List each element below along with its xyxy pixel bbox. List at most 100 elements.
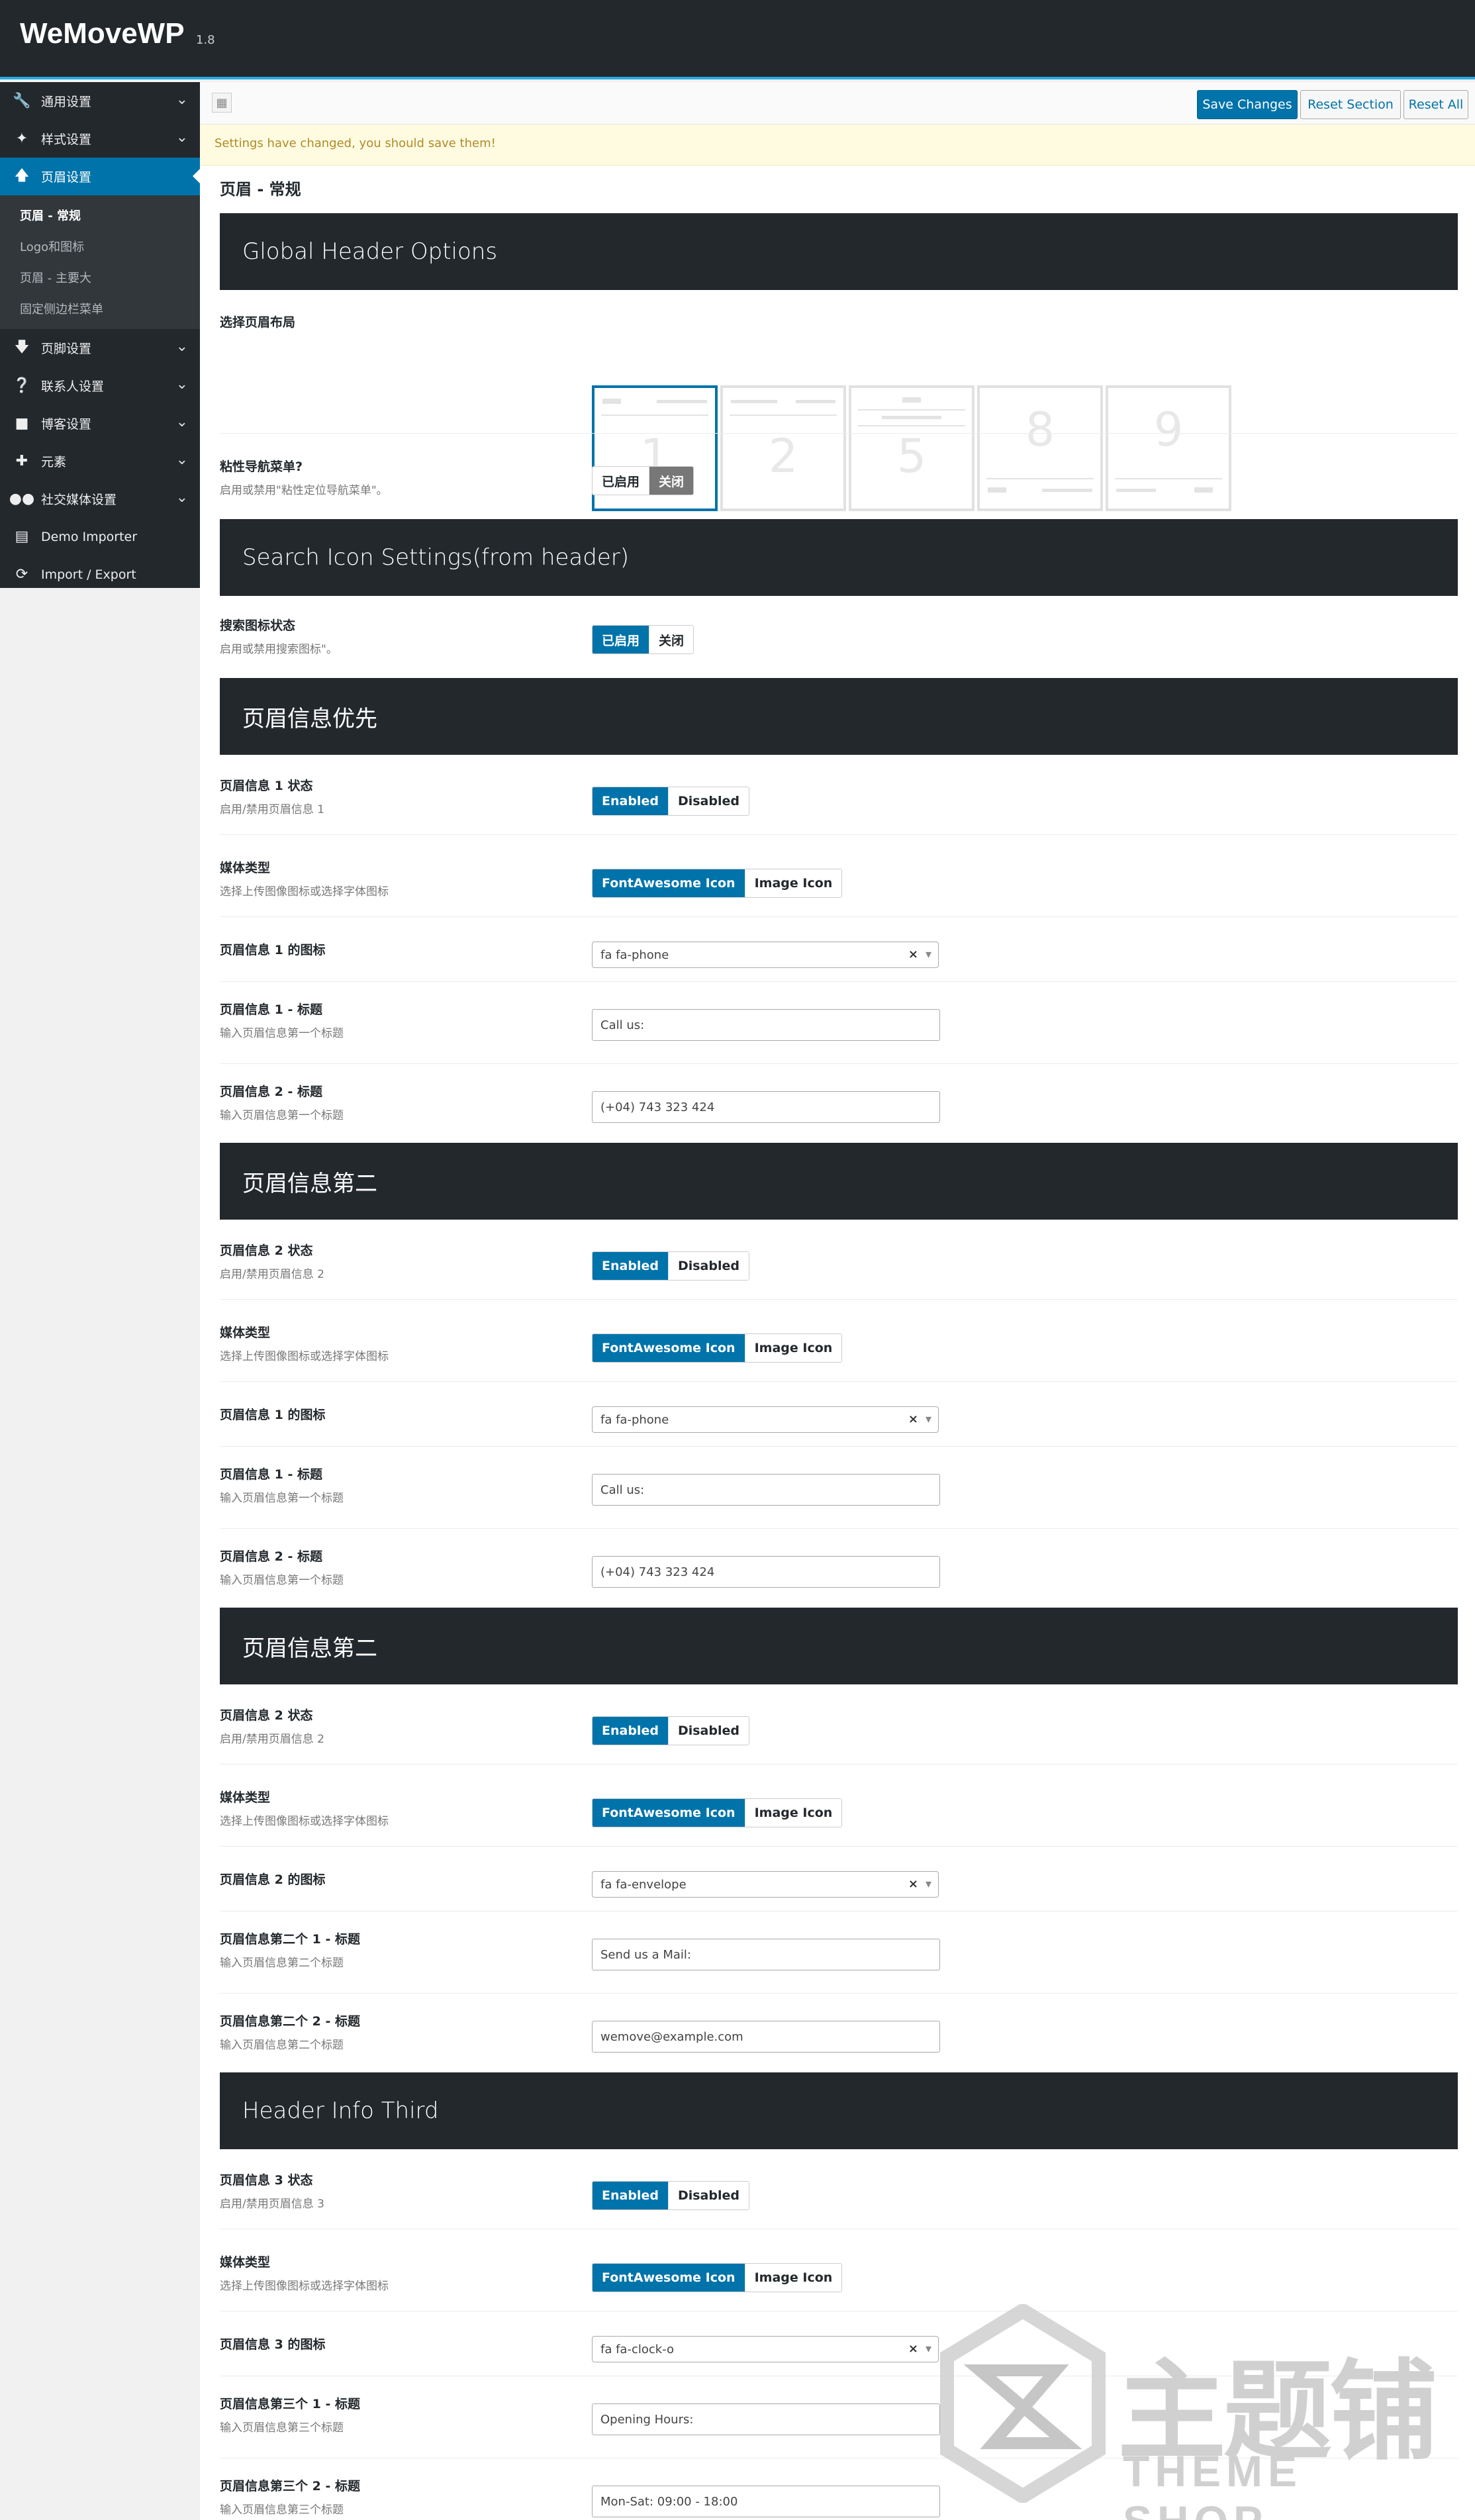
save-changes-button[interactable]: Save Changes [1197, 90, 1298, 119]
info3-media-toggle[interactable]: FontAwesome Icon Image Icon [592, 2263, 843, 2292]
chevron-down-icon: ⌄ [175, 338, 188, 355]
layout-option-2[interactable]: 2 [720, 385, 846, 511]
submenu-item-header-main[interactable]: 页眉 - 主要大 [0, 262, 200, 293]
reset-section-button[interactable]: Reset Section [1300, 90, 1401, 119]
sidebar-item-label: 联系人设置 [41, 379, 105, 394]
info3-title1-desc: 输入页眉信息第三个标题 [220, 2421, 344, 2435]
submenu-item-fixed-sidebar[interactable]: 固定侧边栏菜单 [0, 293, 200, 324]
row-divider [220, 1299, 1458, 1300]
sidebar-item-demo-importer[interactable]: ▤ Demo Importer [0, 518, 200, 556]
refresh-icon: ⟳ [15, 566, 28, 583]
layout-option-5[interactable]: 5 [849, 385, 975, 511]
info2a-media-toggle[interactable]: FontAwesome Icon Image Icon [592, 1333, 843, 1363]
toggle-image-icon[interactable]: Image Icon [744, 869, 842, 897]
info2b-icon-select[interactable]: fa fa-envelope × ▾ [592, 1871, 939, 1898]
info3-icon-select[interactable]: fa fa-clock-o × ▾ [592, 2336, 939, 2362]
info2b-status-toggle[interactable]: Enabled Disabled [592, 1716, 749, 1745]
section-header-global: Global Header Options [220, 213, 1458, 290]
info1-media-toggle[interactable]: FontAwesome Icon Image Icon [592, 869, 843, 898]
chevron-down-icon: ⌄ [175, 452, 188, 468]
chevron-down-icon[interactable]: ▾ [926, 1412, 931, 1426]
info3-title1-input[interactable]: Opening Hours: [592, 2403, 940, 2435]
row-divider [220, 1846, 1458, 1847]
toggle-enabled[interactable]: Enabled [593, 787, 668, 815]
toggle-image-icon[interactable]: Image Icon [744, 1334, 842, 1362]
toggle-disabled[interactable]: Disabled [667, 1252, 749, 1280]
info2a-title2-input[interactable]: (+04) 743 323 424 [592, 1556, 940, 1588]
info2a-title2-desc: 输入页眉信息第一个标题 [220, 1574, 344, 1587]
info3-title2-label: 页眉信息第三个 2 - 标题 [220, 2479, 360, 2494]
watermark-en-text: THEME SHOP [1123, 2447, 1302, 2520]
chevron-down-icon[interactable]: ▾ [926, 1877, 931, 1891]
toggle-fontawesome[interactable]: FontAwesome Icon [593, 2264, 745, 2292]
section-header-info1: 页眉信息优先 [220, 678, 1458, 755]
info2a-icon-select[interactable]: fa fa-phone × ▾ [592, 1406, 939, 1433]
toggle-fontawesome[interactable]: FontAwesome Icon [593, 1799, 745, 1827]
info2a-status-toggle[interactable]: Enabled Disabled [592, 1251, 749, 1281]
toggle-off[interactable]: 关闭 [649, 626, 694, 654]
info1-title2-label: 页眉信息 2 - 标题 [220, 1085, 322, 1099]
clear-icon[interactable]: × [908, 947, 918, 961]
clear-icon[interactable]: × [908, 1877, 918, 1891]
info1-title1-input[interactable]: Call us: [592, 1009, 940, 1041]
submenu-item-header-general[interactable]: 页眉 - 常规 [0, 199, 200, 230]
options-panel: ▦ Save Changes Reset Section Reset All S… [200, 82, 1475, 2520]
info1-icon-select[interactable]: fa fa-phone × ▾ [592, 942, 939, 968]
select-value: fa fa-envelope [600, 1878, 687, 1892]
layout-divider [858, 409, 965, 411]
toggle-image-icon[interactable]: Image Icon [744, 2264, 842, 2292]
info2a-title1-input[interactable]: Call us: [592, 1474, 940, 1506]
submenu-item-logo-icons[interactable]: Logo和图标 [0, 230, 200, 262]
chevron-down-icon[interactable]: ▾ [926, 2342, 931, 2356]
chevron-down-icon[interactable]: ▾ [926, 947, 931, 961]
info3-status-desc: 启用/禁用页眉信息 3 [220, 2198, 324, 2211]
toggle-off[interactable]: 关闭 [649, 467, 694, 495]
toggle-disabled[interactable]: Disabled [667, 787, 749, 815]
toggle-fontawesome[interactable]: FontAwesome Icon [593, 869, 745, 897]
row-divider [220, 1063, 1458, 1064]
reset-all-button[interactable]: Reset All [1404, 90, 1468, 119]
sidebar-item-elements[interactable]: ✚ 元素 ⌄ [0, 442, 200, 480]
sidebar-item-import-export[interactable]: ⟳ Import / Export [0, 556, 200, 593]
info2b-media-toggle[interactable]: FontAwesome Icon Image Icon [592, 1798, 843, 1827]
toggle-on[interactable]: 已启用 [593, 467, 649, 495]
sidebar-item-header[interactable]: 🡅 页眉设置 [0, 158, 201, 195]
row-divider [220, 433, 1458, 434]
layout-divider [858, 425, 965, 426]
toggle-enabled[interactable]: Enabled [593, 2182, 668, 2209]
expand-options-icon[interactable]: ▦ [212, 93, 232, 113]
layout-option-9[interactable]: 9 [1106, 385, 1231, 511]
info2a-icon-label: 页眉信息 1 的图标 [220, 1408, 326, 1422]
toggle-image-icon[interactable]: Image Icon [744, 1799, 842, 1827]
sidebar-item-general[interactable]: 🔧 通用设置 ⌄ [0, 82, 200, 120]
sidebar-item-style[interactable]: ✦ 样式设置 ⌄ [0, 120, 200, 158]
sidebar-item-blog[interactable]: ■ 博客设置 ⌄ [0, 405, 200, 442]
info1-title2-input[interactable]: (+04) 743 323 424 [592, 1091, 940, 1123]
toggle-enabled[interactable]: Enabled [593, 1717, 668, 1745]
info2a-title1-desc: 输入页眉信息第一个标题 [220, 1492, 344, 1505]
search-icon-toggle[interactable]: 已启用 关闭 [592, 625, 694, 654]
chevron-down-icon: ⌄ [175, 129, 188, 146]
clear-icon[interactable]: × [908, 2342, 918, 2356]
layout-option-8[interactable]: 8 [977, 385, 1103, 511]
toggle-enabled[interactable]: Enabled [593, 1252, 668, 1280]
sticky-nav-label: 粘性导航菜单? [220, 460, 303, 474]
clear-icon[interactable]: × [908, 1412, 918, 1426]
arrow-up-icon: 🡅 [14, 167, 30, 184]
info2b-title2-input[interactable]: wemove@example.com [592, 2021, 940, 2053]
toggle-disabled[interactable]: Disabled [667, 1717, 749, 1745]
info3-title2-input[interactable]: Mon-Sat: 09:00 - 18:00 [592, 2486, 940, 2517]
toggle-fontawesome[interactable]: FontAwesome Icon [593, 1334, 745, 1362]
info3-status-toggle[interactable]: Enabled Disabled [592, 2181, 749, 2210]
toggle-disabled[interactable]: Disabled [667, 2182, 749, 2209]
sidebar-item-footer[interactable]: 🡇 页脚设置 ⌄ [0, 329, 200, 367]
sidebar-item-contact[interactable]: ❔ 联系人设置 ⌄ [0, 367, 200, 405]
search-icon-desc: 启用或禁用搜索图标"。 [220, 643, 338, 656]
info2b-title1-input[interactable]: Send us a Mail: [592, 1939, 940, 1970]
info1-status-toggle[interactable]: Enabled Disabled [592, 787, 749, 816]
info3-media-label: 媒体类型 [220, 2255, 271, 2270]
info1-title2-desc: 输入页眉信息第一个标题 [220, 1109, 344, 1122]
sticky-nav-toggle[interactable]: 已启用 关闭 [592, 466, 694, 495]
toggle-on[interactable]: 已启用 [593, 626, 649, 654]
sidebar-item-social[interactable]: ●● 社交媒体设置 ⌄ [0, 480, 200, 518]
